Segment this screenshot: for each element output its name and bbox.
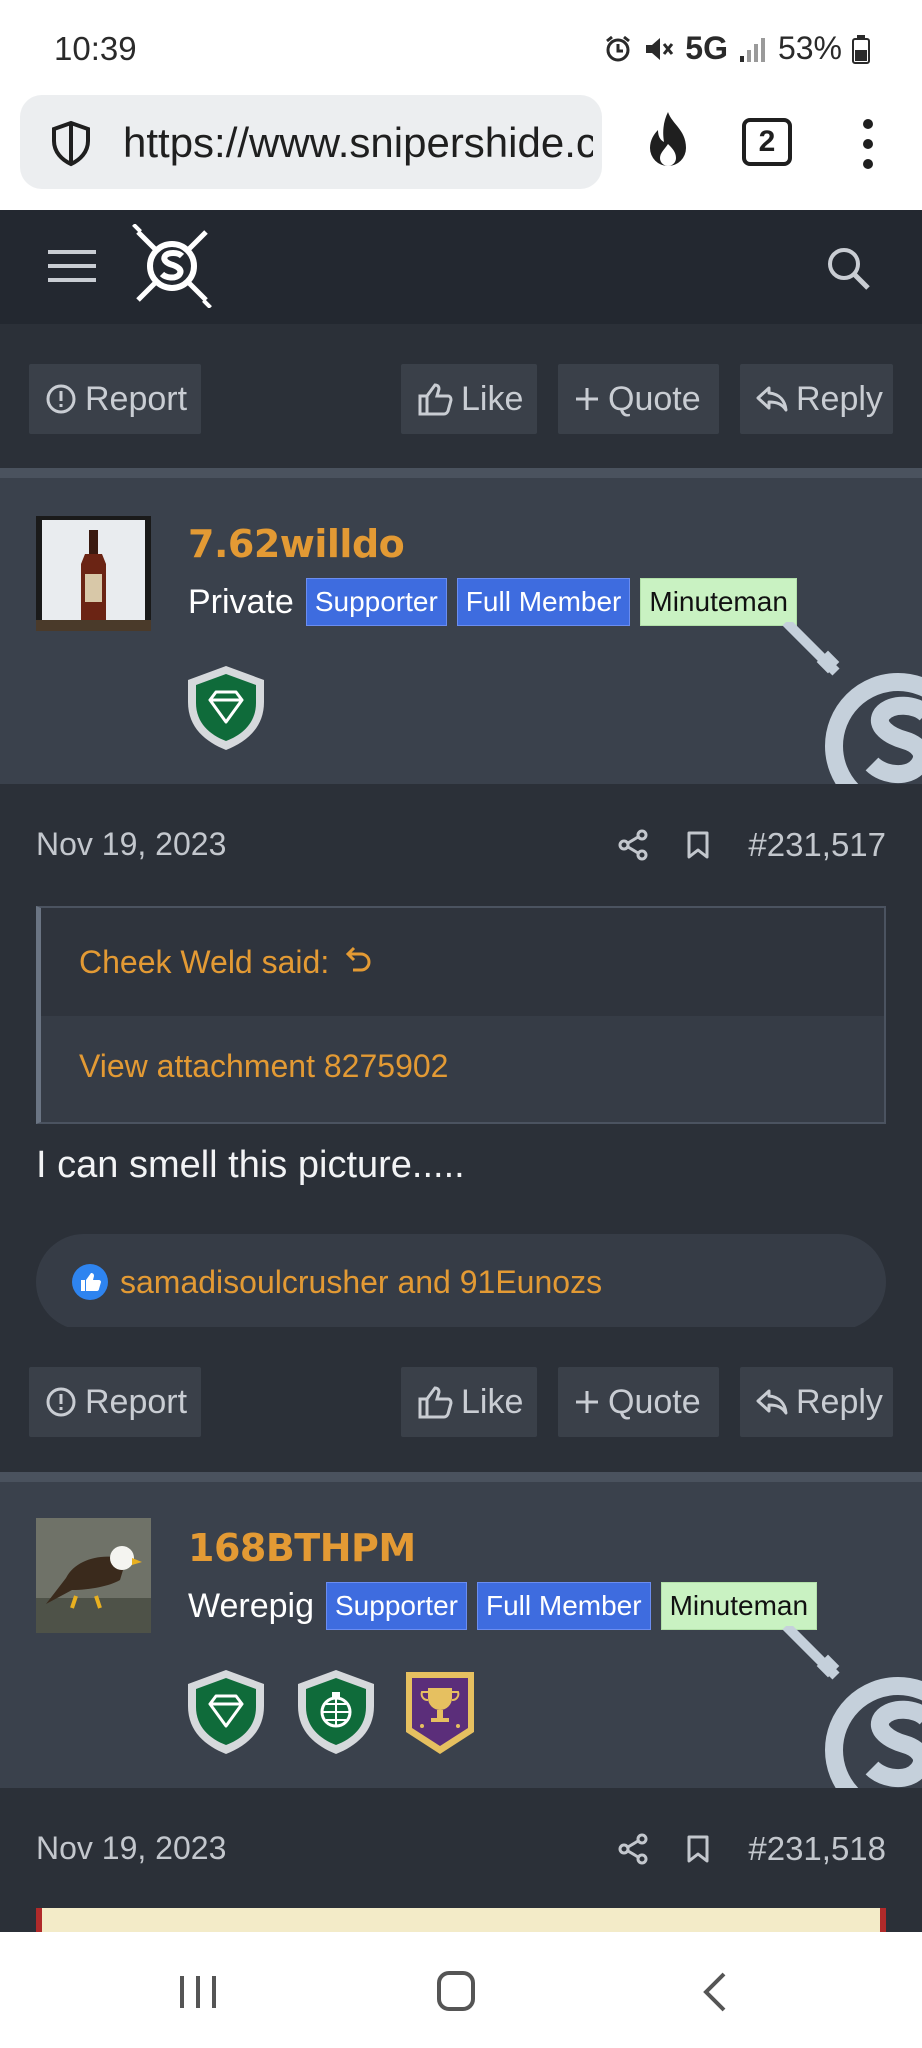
post-divider: [0, 468, 922, 478]
username[interactable]: 168BTHPM: [188, 1526, 416, 1570]
plus-icon: [576, 388, 598, 410]
user-rank: Werepig: [188, 1586, 314, 1625]
quote-author[interactable]: Cheek Weld said:: [79, 944, 329, 981]
trophy-list: [180, 1666, 480, 1758]
post-number[interactable]: #231,517: [748, 826, 886, 864]
attachment-link[interactable]: View attachment 8275902: [79, 1048, 448, 1084]
username[interactable]: 7.62willdo: [188, 522, 405, 566]
cup-trophy-icon[interactable]: [400, 1666, 480, 1758]
user-block: 168BTHPM Werepig Supporter Full Member M…: [0, 1482, 922, 1788]
signal-icon: [739, 37, 765, 62]
report-button[interactable]: Report: [29, 1367, 201, 1437]
reply-arrow-icon: [756, 386, 788, 412]
recent-apps-icon[interactable]: [176, 1972, 220, 2012]
post-actions-bar: Report Like Quote Reply: [0, 324, 922, 474]
alarm-icon: [606, 35, 631, 61]
thumbs-up-icon: [418, 383, 453, 416]
home-icon[interactable]: [436, 1970, 476, 2012]
badge-full-member: Full Member: [476, 1582, 651, 1630]
network-type: 5G: [685, 30, 728, 66]
reply-arrow-icon: [756, 1389, 788, 1415]
system-nav-bar: [0, 1932, 922, 2048]
reply-button[interactable]: Reply: [740, 364, 893, 434]
post-actions-bar: Report Like Quote Reply: [0, 1327, 922, 1477]
bookmark-icon[interactable]: [686, 1834, 710, 1864]
share-icon[interactable]: [618, 829, 648, 861]
quote-block: Cheek Weld said: View attachment 8275902: [36, 906, 886, 1124]
badge-minuteman: Minuteman: [660, 1582, 818, 1630]
site-header: [0, 210, 922, 324]
badge-supporter: Supporter: [326, 1582, 467, 1630]
browser-toolbar: https://www.snipershide.com 2: [0, 92, 922, 210]
reply-label: Reply: [796, 379, 883, 418]
post-date[interactable]: Nov 19, 2023: [36, 826, 226, 863]
post-divider: [0, 1472, 922, 1482]
user-rank-row: Werepig Supporter Full Member Minuteman: [188, 1582, 818, 1630]
tabs-icon[interactable]: 2: [742, 118, 792, 166]
like-label: Like: [461, 379, 524, 418]
post-meta: #231,517: [618, 826, 886, 864]
like-label: Like: [461, 1382, 524, 1421]
like-reaction-icon: [72, 1264, 108, 1300]
post-date[interactable]: Nov 19, 2023: [36, 1830, 226, 1867]
diamond-trophy-icon[interactable]: [180, 1666, 272, 1758]
trophy-list: [180, 662, 272, 754]
badge-minuteman: Minuteman: [640, 578, 797, 626]
quote-label: Quote: [608, 1382, 701, 1421]
jump-to-quote-icon[interactable]: [345, 944, 373, 974]
overflow-menu-icon[interactable]: [858, 114, 878, 174]
report-icon: [46, 384, 76, 414]
post-meta: #231,518: [618, 1830, 886, 1868]
fire-icon[interactable]: [640, 108, 696, 172]
report-label: Report: [85, 1382, 188, 1421]
share-icon[interactable]: [618, 1833, 648, 1865]
quote-button[interactable]: Quote: [558, 364, 719, 434]
bookmark-icon[interactable]: [686, 830, 710, 860]
user-rank: Private: [188, 582, 294, 621]
quote-label: Quote: [608, 379, 701, 418]
diamond-trophy-icon[interactable]: [180, 662, 272, 754]
shield-icon[interactable]: [46, 119, 96, 169]
mute-icon: [646, 37, 674, 60]
status-time: 10:39: [54, 30, 137, 67]
site-logo[interactable]: [130, 224, 214, 308]
report-icon: [46, 1387, 76, 1417]
watermark-logo: [782, 1626, 922, 1788]
watermark-logo: [782, 622, 922, 784]
battery-percent: 53%: [777, 30, 842, 66]
reply-label: Reply: [796, 1382, 883, 1421]
quote-button[interactable]: Quote: [558, 1367, 719, 1437]
like-button[interactable]: Like: [401, 1367, 537, 1437]
thumbs-up-icon: [418, 1386, 453, 1419]
status-icons: 5G 53%: [603, 30, 870, 67]
user-block: 7.62willdo Private Supporter Full Member…: [0, 478, 922, 784]
status-bar: 10:39 5G 53%: [0, 0, 922, 92]
reply-button[interactable]: Reply: [740, 1367, 893, 1437]
grenade-globe-trophy-icon[interactable]: [290, 1666, 382, 1758]
badge-full-member: Full Member: [456, 578, 631, 626]
user-rank-row: Private Supporter Full Member Minuteman: [188, 578, 797, 626]
plus-icon: [576, 1391, 598, 1413]
battery-icon: [852, 34, 870, 64]
reactions-users[interactable]: samadisoulcrusher and 91Eunozs: [120, 1264, 602, 1301]
address-bar[interactable]: https://www.snipershide.com: [20, 95, 602, 189]
url-text[interactable]: https://www.snipershide.com: [123, 119, 593, 167]
quote-header[interactable]: Cheek Weld said:: [41, 908, 884, 1016]
quote-body: View attachment 8275902: [41, 1016, 884, 1122]
attached-image-preview[interactable]: [36, 1908, 886, 1932]
badge-supporter: Supporter: [305, 578, 447, 626]
report-button[interactable]: Report: [29, 364, 201, 434]
post-number[interactable]: #231,518: [748, 1830, 886, 1868]
report-label: Report: [85, 379, 188, 418]
like-button[interactable]: Like: [401, 364, 537, 434]
avatar[interactable]: [36, 516, 151, 631]
hamburger-menu-icon[interactable]: [48, 248, 96, 284]
back-icon[interactable]: [700, 1970, 730, 2014]
post-text: I can smell this picture.....: [36, 1144, 465, 1186]
search-icon[interactable]: [826, 246, 872, 292]
reactions-bar[interactable]: samadisoulcrusher and 91Eunozs: [36, 1234, 886, 1330]
avatar[interactable]: [36, 1518, 151, 1633]
